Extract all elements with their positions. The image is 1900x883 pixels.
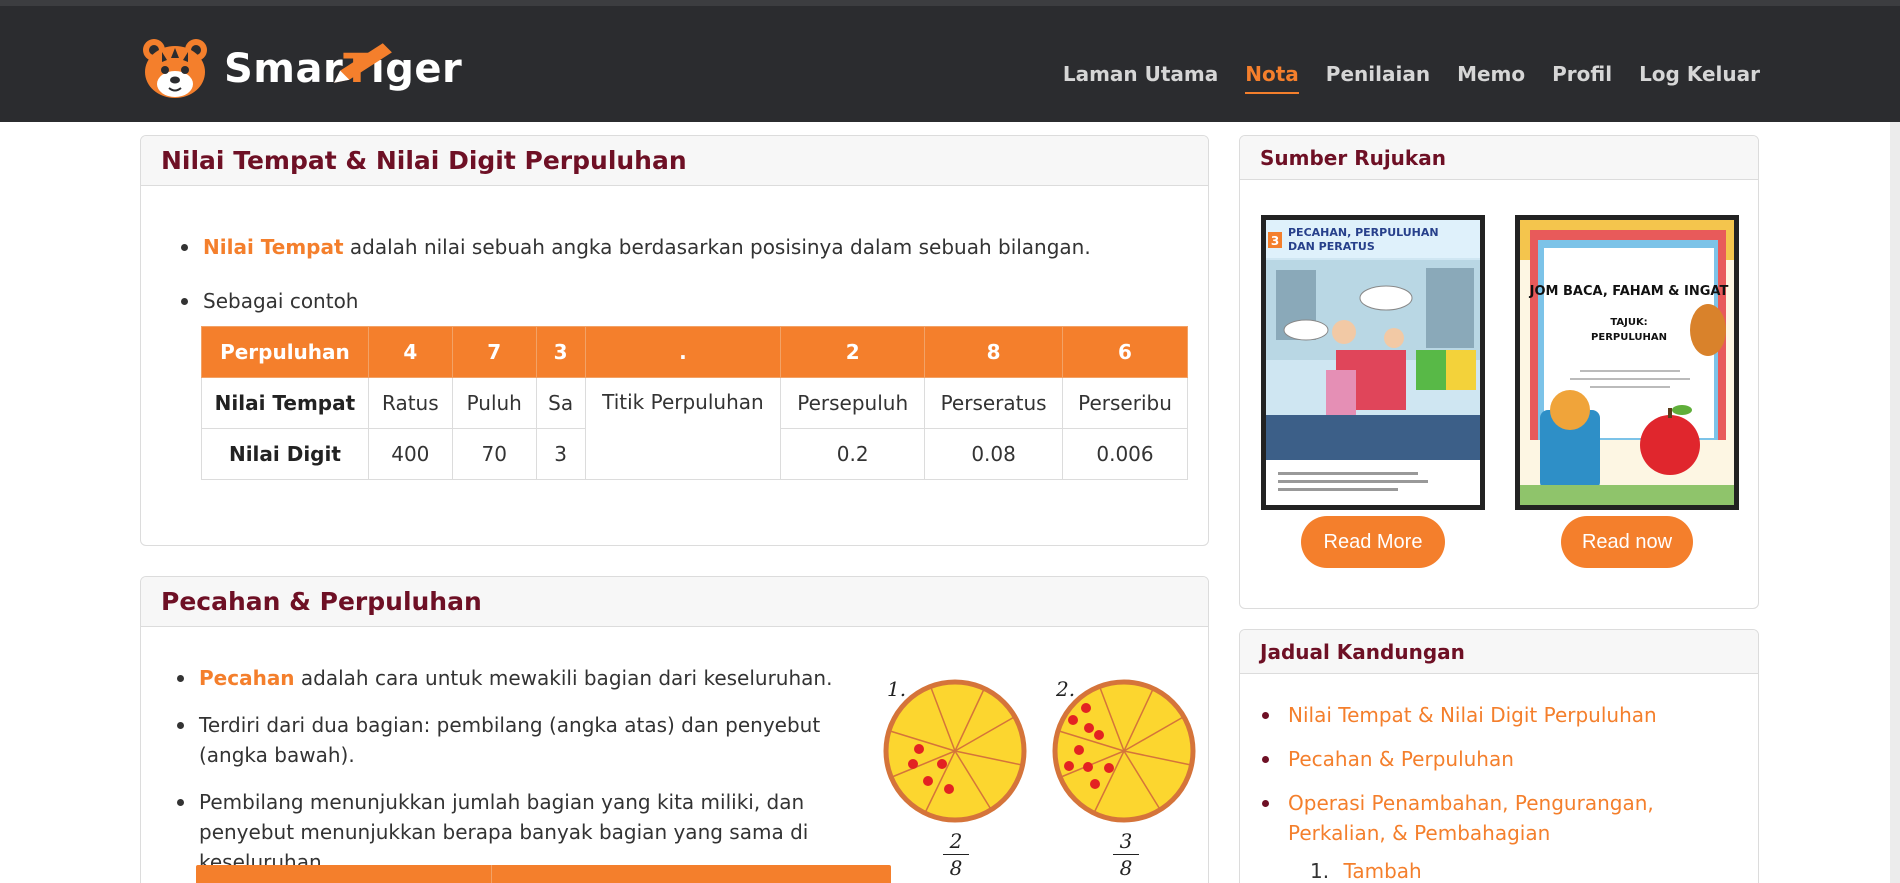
brand-logo[interactable]: SmarTiger (140, 34, 462, 104)
book-cover-image-1: 3 PECAHAN, PERPULUHAN DAN PERATUS (1266, 220, 1480, 505)
list-item: Sebagai contoh (181, 286, 1091, 316)
list-item: Terdiri dari dua bagian: pembilang (angk… (177, 710, 837, 770)
table-header: 3 (535, 326, 586, 378)
toc-link-place-value[interactable]: Nilai Tempat & Nilai Digit Perpuluhan (1288, 703, 1657, 727)
table-cell: Sa (535, 377, 586, 429)
section-title: Pecahan & Perpuluhan (141, 577, 1208, 627)
book2-title: JOM BACA, FAHAM & INGAT (1529, 284, 1729, 299)
table-row: Nilai Tempat Ratus Puluh Sa Titik Perpul… (201, 377, 1188, 480)
table-header: . (584, 326, 782, 378)
list-item: Pecahan adalah cara untuk mewakili bagia… (177, 663, 837, 693)
fractions-card: Pecahan & Perpuluhan Pecahan adalah cara… (140, 576, 1209, 883)
read-more-button[interactable]: Read More (1301, 516, 1445, 568)
fraction-table-header (196, 865, 891, 883)
numerator: 3 (1119, 829, 1133, 853)
bullet-text: Terdiri dari dua bagian: pembilang (angk… (199, 713, 821, 767)
table-cell: Nilai Digit (201, 428, 369, 480)
numerator: 2 (949, 829, 963, 853)
book2-subtitle1: TAJUK: (1610, 317, 1647, 328)
nav-item-profil[interactable]: Profil (1552, 62, 1612, 94)
table-cell: 0.2 (780, 428, 926, 480)
toc-link-operations[interactable]: Operasi Penambahan, Pengurangan, Perkali… (1288, 791, 1654, 845)
table-cell: Persepuluh (780, 377, 926, 429)
fraction-2: 3 8 (1111, 829, 1141, 880)
toc-title: Jadual Kandungan (1240, 630, 1758, 674)
list-item: Pembilang menunjukkan jumlah bagian yang… (177, 787, 837, 877)
table-header: Perpuluhan (201, 326, 369, 378)
read-now-button[interactable]: Read now (1561, 516, 1693, 568)
term-highlight: Pecahan (199, 666, 295, 690)
nav-item-laman-utama[interactable]: Laman Utama (1063, 62, 1218, 94)
table-cell: Perseribu (1062, 377, 1188, 429)
table-cell: 0.08 (924, 428, 1064, 480)
brand-name-part: Smar (224, 46, 344, 92)
book1-title-line1: PECAHAN, PERPULUHAN (1288, 226, 1439, 239)
fraction-pie-1 (883, 679, 1027, 823)
fractions-bullets: Pecahan adalah cara untuk mewakili bagia… (177, 663, 837, 877)
main-nav: Laman Utama Nota Penilaian Memo Profil L… (1063, 62, 1760, 94)
table-header: 7 (451, 326, 537, 378)
book1-title-line2: DAN PERATUS (1288, 240, 1375, 253)
section-title: Nilai Tempat & Nilai Digit Perpuluhan (141, 136, 1208, 186)
nav-item-penilaian[interactable]: Penilaian (1326, 62, 1430, 94)
book1-grade: 3 (1271, 234, 1279, 248)
pencil-icon (334, 43, 392, 83)
bullet-text: Pembilang menunjukkan jumlah bagian yang… (199, 790, 809, 874)
toc-card: Jadual Kandungan Nilai Tempat & Nilai Di… (1239, 629, 1759, 883)
toc-item: Pecahan & Perpuluhan (1240, 744, 1680, 774)
scrollbar[interactable] (1890, 122, 1900, 883)
place-value-bullets: Nilai Tempat adalah nilai sebuah angka b… (181, 232, 1091, 316)
table-header: 4 (367, 326, 453, 378)
fraction-bar (943, 854, 969, 855)
table-cell: Titik Perpuluhan (584, 377, 782, 480)
toc-sublist: 1. Tambah (1310, 856, 1422, 883)
bullet-text: adalah nilai sebuah angka berdasarkan po… (343, 235, 1091, 259)
toc-link-tambah[interactable]: Tambah (1343, 859, 1421, 883)
toc-list: Nilai Tempat & Nilai Digit Perpuluhan Pe… (1240, 700, 1680, 848)
navbar: SmarTiger Laman Utama Nota Penilaian Mem… (0, 6, 1900, 122)
table-cell: 0.006 (1062, 428, 1188, 480)
table-header-row: Perpuluhan 4 7 3 . 2 8 6 (201, 326, 1188, 378)
nav-item-nota[interactable]: Nota (1245, 62, 1299, 94)
toc-item: Nilai Tempat & Nilai Digit Perpuluhan (1240, 700, 1680, 730)
references-title: Sumber Rujukan (1240, 136, 1758, 180)
column-divider (491, 865, 492, 883)
term-highlight: Nilai Tempat (203, 235, 344, 259)
place-value-table: Perpuluhan 4 7 3 . 2 8 6 Nilai Tempat Ra… (201, 326, 1188, 480)
table-header: 2 (780, 326, 926, 378)
table-cell: Perseratus (924, 377, 1064, 429)
table-cell: Puluh (451, 377, 537, 429)
denominator: 8 (1119, 856, 1133, 880)
table-cell: 70 (451, 428, 537, 480)
nav-item-log-keluar[interactable]: Log Keluar (1639, 62, 1760, 94)
table-header: 6 (1062, 326, 1188, 378)
fraction-bar (1113, 854, 1139, 855)
book-cover-1[interactable]: 3 PECAHAN, PERPULUHAN DAN PERATUS (1261, 215, 1485, 510)
toc-sub-number: 1. (1310, 859, 1330, 883)
table-cell: Ratus (367, 377, 453, 429)
denominator: 8 (949, 856, 963, 880)
fraction-pie-2 (1052, 679, 1196, 823)
bullet-text: Sebagai contoh (203, 289, 359, 313)
table-cell: 3 (535, 428, 586, 480)
toc-item: Operasi Penambahan, Pengurangan, Perkali… (1240, 788, 1680, 848)
place-value-card: Nilai Tempat & Nilai Digit Perpuluhan Ni… (140, 135, 1209, 546)
tiger-logo-icon (143, 39, 207, 98)
table-header: 8 (924, 326, 1064, 378)
book2-subtitle2: PERPULUHAN (1591, 332, 1667, 343)
list-item: Nilai Tempat adalah nilai sebuah angka b… (181, 232, 1091, 262)
nav-item-memo[interactable]: Memo (1457, 62, 1525, 94)
book-cover-image-2: JOM BACA, FAHAM & INGAT TAJUK: PERPULUHA… (1520, 220, 1734, 505)
references-card: Sumber Rujukan 3 PECAHAN, PERPULUHAN DAN… (1239, 135, 1759, 609)
table-cell: 400 (367, 428, 453, 480)
table-cell: Nilai Tempat (201, 377, 369, 429)
bullet-text: adalah cara untuk mewakili bagian dari k… (294, 666, 833, 690)
toc-link-fractions[interactable]: Pecahan & Perpuluhan (1288, 747, 1514, 771)
fraction-1: 2 8 (941, 829, 971, 880)
brand-name: SmarTiger (224, 43, 462, 92)
book-cover-2[interactable]: JOM BACA, FAHAM & INGAT TAJUK: PERPULUHA… (1515, 215, 1739, 510)
